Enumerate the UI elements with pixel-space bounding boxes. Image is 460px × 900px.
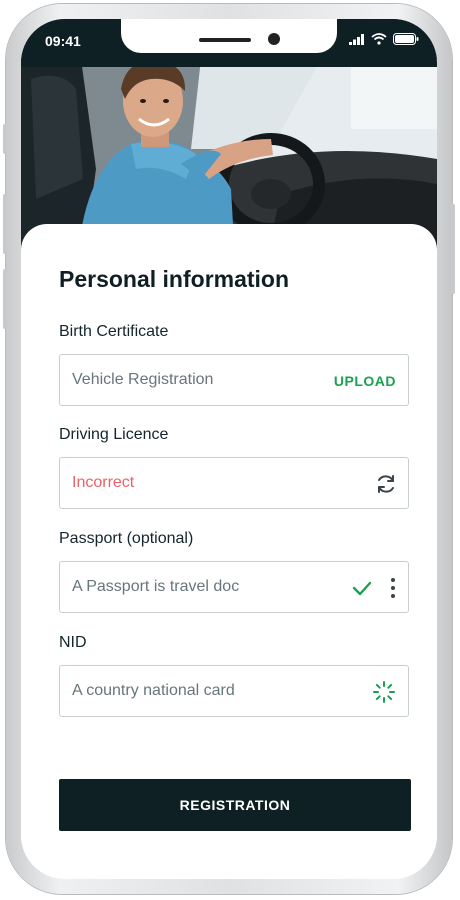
cellular-signal-icon [349, 34, 364, 45]
phone-notch [121, 19, 337, 53]
nid-value: A country national card [72, 682, 235, 699]
status-time: 09:41 [45, 33, 81, 49]
wifi-icon [371, 33, 387, 45]
front-camera [268, 33, 280, 45]
birth-certificate-field[interactable]: Vehicle Registration UPLOAD [59, 354, 409, 406]
speaker-grille [199, 38, 251, 42]
driving-licence-field[interactable]: Incorrect [59, 457, 409, 509]
passport-value: A Passport is travel doc [72, 578, 240, 595]
passport-field[interactable]: A Passport is travel doc [59, 561, 409, 613]
passport-label: Passport (optional) [59, 530, 194, 547]
battery-icon [393, 33, 419, 45]
phone-side-button-left-top [3, 124, 7, 154]
loading-spinner-icon [373, 681, 395, 703]
more-options-icon[interactable] [388, 576, 398, 600]
nid-label: NID [59, 634, 87, 651]
nid-field[interactable]: A country national card [59, 665, 409, 717]
phone-frame: 09:41 Personal information Birth Certifi… [3, 4, 455, 894]
refresh-icon[interactable] [374, 472, 398, 496]
driving-licence-error-value: Incorrect [72, 474, 135, 491]
birth-certificate-label: Birth Certificate [59, 323, 169, 340]
driving-licence-label: Driving Licence [59, 426, 169, 443]
status-icons [349, 33, 419, 45]
checkmark-icon [352, 581, 372, 596]
phone-side-button-right [451, 204, 455, 294]
phone-side-button-left-mid [3, 194, 7, 254]
page-title: Personal information [59, 266, 290, 292]
upload-button[interactable]: UPLOAD [334, 373, 396, 389]
phone-screen: 09:41 Personal information Birth Certifi… [21, 19, 437, 879]
registration-button[interactable]: REGISTRATION [59, 779, 411, 831]
phone-side-button-left-low [3, 269, 7, 329]
birth-certificate-value: Vehicle Registration [72, 371, 214, 388]
registration-form-card: Personal information Birth Certificate V… [21, 224, 437, 879]
